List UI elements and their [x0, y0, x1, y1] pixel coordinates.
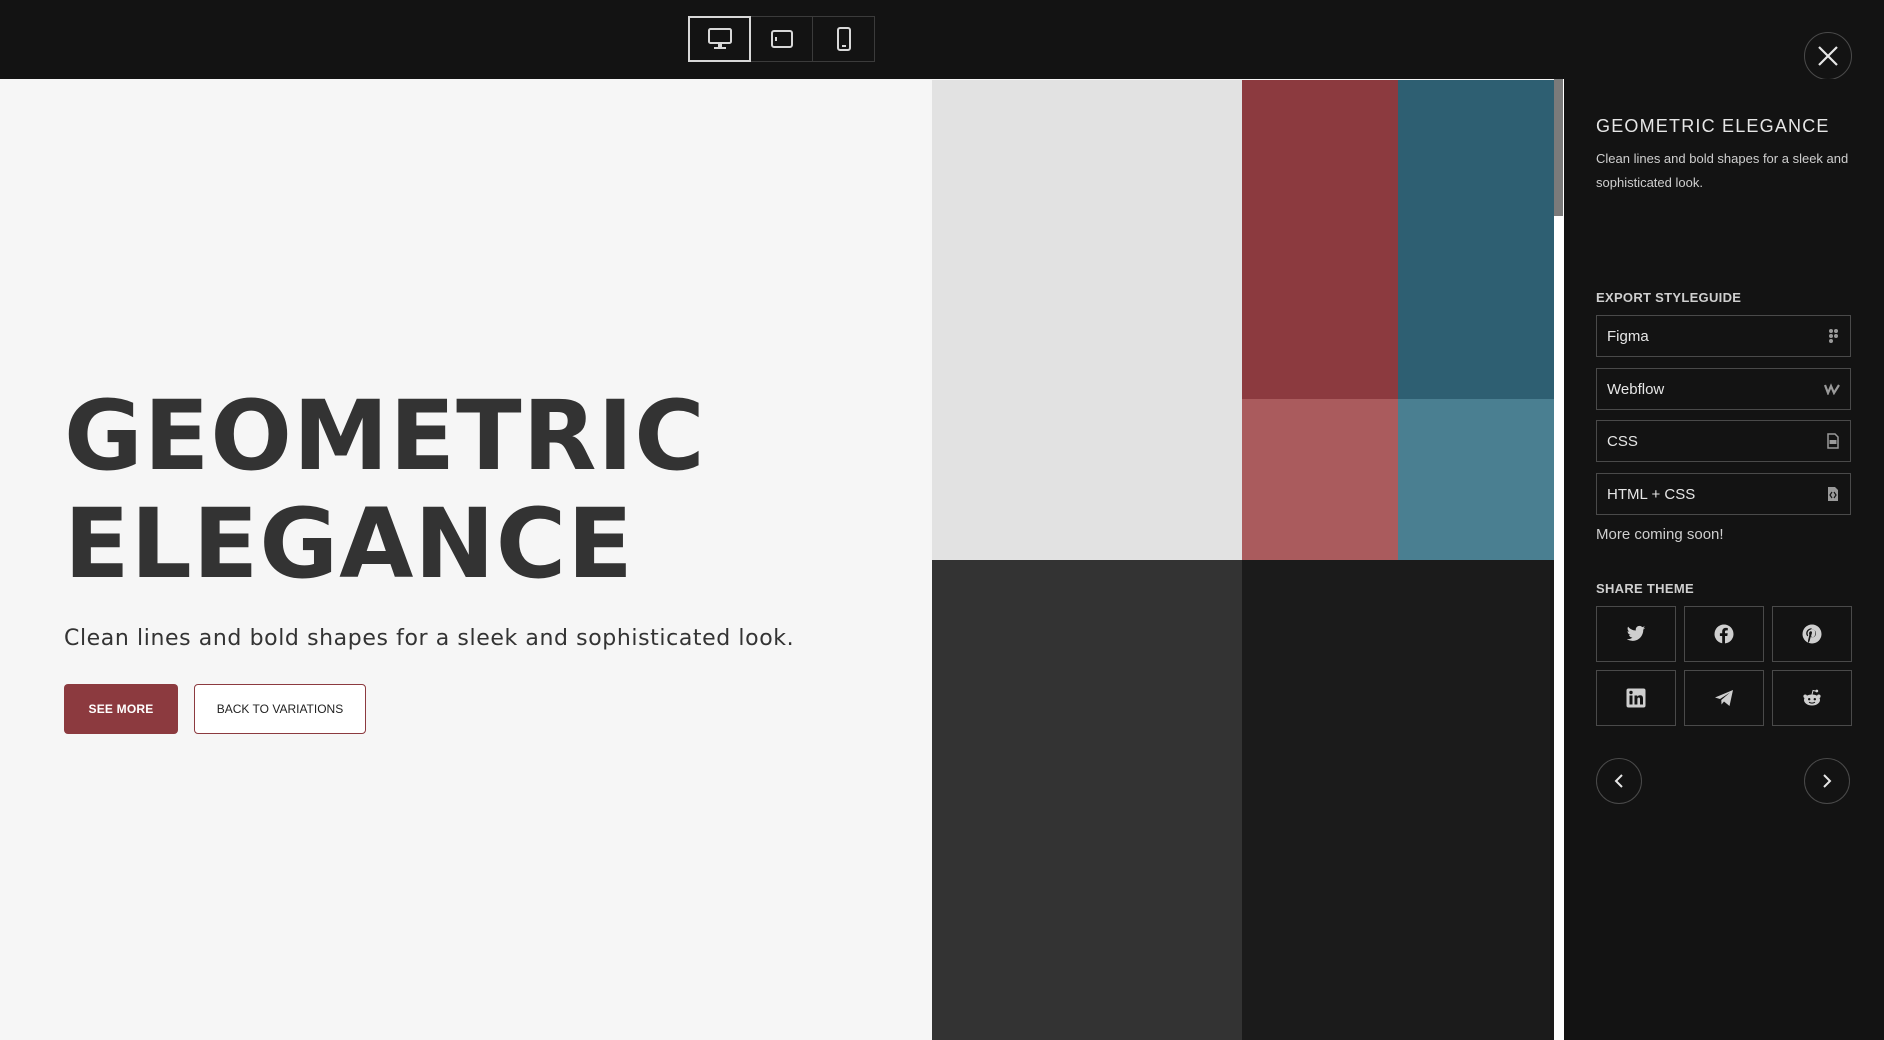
- close-icon: [1818, 46, 1838, 66]
- mobile-icon: [836, 27, 851, 51]
- see-more-button[interactable]: SEE MORE: [64, 684, 178, 734]
- top-bar: [0, 0, 1884, 80]
- facebook-icon: [1714, 624, 1734, 644]
- swatch-near-black: [1242, 560, 1554, 1040]
- back-to-variations-button[interactable]: BACK TO VARIATIONS: [194, 684, 366, 734]
- tablet-icon: [770, 30, 793, 48]
- share-reddit-button[interactable]: [1772, 670, 1852, 726]
- webflow-icon: [1824, 383, 1840, 395]
- telegram-icon: [1715, 690, 1733, 706]
- export-heading: EXPORT STYLEGUIDE: [1596, 290, 1742, 305]
- pinterest-icon: [1802, 624, 1822, 644]
- reddit-icon: [1803, 689, 1821, 706]
- scrollbar-thumb[interactable]: [1554, 79, 1563, 216]
- swatch-light-teal: [1398, 399, 1554, 560]
- swatch-charcoal: [932, 560, 1242, 1040]
- mobile-view-button[interactable]: [812, 16, 875, 62]
- html-file-icon: [1828, 487, 1838, 501]
- previous-theme-button[interactable]: [1596, 758, 1642, 804]
- side-panel: GEOMETRIC ELEGANCE Clean lines and bold …: [1564, 79, 1884, 1040]
- export-item-label: HTML + CSS: [1607, 485, 1696, 503]
- export-html-css-button[interactable]: HTML + CSS: [1596, 473, 1851, 515]
- export-item-label: CSS: [1607, 432, 1638, 450]
- swatch-dark-red: [1242, 80, 1398, 399]
- export-css-button[interactable]: CSS: [1596, 420, 1851, 462]
- tablet-view-button[interactable]: [750, 16, 813, 62]
- more-coming-soon-text: More coming soon!: [1596, 526, 1724, 543]
- export-figma-button[interactable]: Figma: [1596, 315, 1851, 357]
- desktop-icon: [707, 28, 732, 49]
- share-twitter-button[interactable]: [1596, 606, 1676, 662]
- panel-title: GEOMETRIC ELEGANCE: [1596, 116, 1830, 136]
- linkedin-icon: [1626, 688, 1646, 708]
- share-pinterest-button[interactable]: [1772, 606, 1852, 662]
- share-buttons: [1596, 606, 1852, 726]
- device-switcher: [688, 16, 875, 62]
- export-item-label: Webflow: [1607, 380, 1665, 398]
- hero-subtitle: Clean lines and bold shapes for a sleek …: [64, 626, 795, 651]
- next-theme-button[interactable]: [1804, 758, 1850, 804]
- figma-icon: [1829, 329, 1838, 343]
- export-webflow-button[interactable]: Webflow: [1596, 368, 1851, 410]
- hero-title-line-2: ELEGANCE: [64, 488, 634, 600]
- swatch-dark-teal: [1398, 80, 1554, 399]
- twitter-icon: [1626, 625, 1646, 641]
- chevron-right-icon: [1823, 774, 1832, 788]
- export-item-label: Figma: [1607, 327, 1649, 345]
- scrollbar-track[interactable]: [1554, 79, 1564, 1040]
- desktop-view-button[interactable]: [688, 16, 751, 62]
- swatch-light-gray: [932, 80, 1242, 560]
- close-button[interactable]: [1804, 32, 1852, 80]
- chevron-left-icon: [1614, 774, 1623, 788]
- share-heading: SHARE THEME: [1596, 581, 1694, 596]
- theme-preview: GEOMETRIC ELEGANCE Clean lines and bold …: [0, 79, 1564, 1040]
- hero-title: GEOMETRIC ELEGANCE: [64, 382, 884, 598]
- panel-description: Clean lines and bold shapes for a sleek …: [1596, 151, 1849, 190]
- css-file-icon: [1827, 433, 1839, 449]
- share-linkedin-button[interactable]: [1596, 670, 1676, 726]
- share-telegram-button[interactable]: [1684, 670, 1764, 726]
- hero-title-line-1: GEOMETRIC: [64, 380, 706, 492]
- swatch-light-red: [1242, 399, 1398, 560]
- color-swatches: [932, 80, 1554, 1040]
- share-facebook-button[interactable]: [1684, 606, 1764, 662]
